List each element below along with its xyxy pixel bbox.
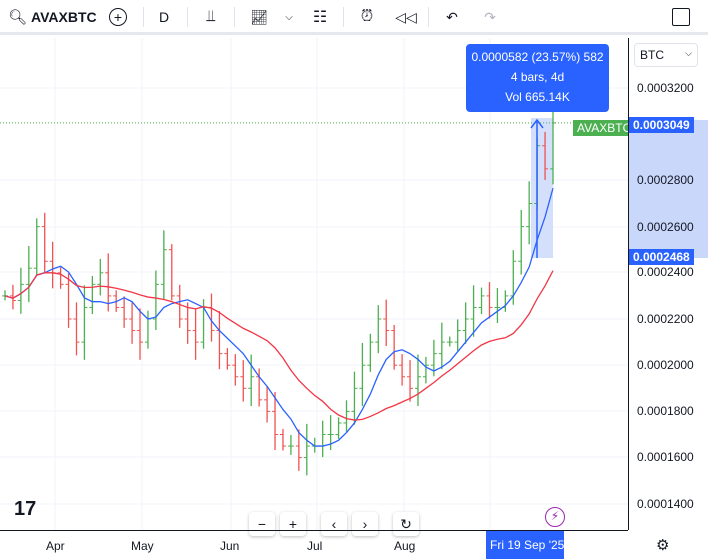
- time-axis[interactable]: Apr May Jun Jul Aug Fri 19 Sep '25 ⚙︎: [0, 530, 669, 559]
- symbol-search-button[interactable]: 🔍︎ AVAXBTC: [8, 5, 97, 29]
- measure-range-highlight: [629, 120, 708, 258]
- chevron-down-icon[interactable]: ⌵: [282, 5, 296, 29]
- price-axis-label: 0.0002400: [637, 265, 694, 279]
- price-axis-label: 0.0001800: [637, 404, 694, 418]
- price-axis-label: 0.0003200: [637, 81, 694, 95]
- redo-icon[interactable]: ↷: [478, 5, 502, 29]
- fullscreen-icon[interactable]: [670, 5, 692, 29]
- symbol-tag: AVAXBTC: [573, 120, 636, 136]
- chevron-down-icon: ⌵: [685, 48, 692, 58]
- ma-slow-line: [4, 270, 554, 421]
- price-axis-label: 0.0001400: [637, 497, 694, 511]
- price-axis-label: 0.0002000: [637, 358, 694, 372]
- layout-grid-icon[interactable]: ☷: [308, 5, 332, 29]
- indicators-icon[interactable]: 📈︎: [246, 5, 272, 29]
- price-axis-label: 0.0002600: [637, 220, 694, 234]
- price-axis-label: 0.0001600: [637, 450, 694, 464]
- interval-button[interactable]: D: [152, 5, 176, 29]
- price-axis-label: 0.0002200: [637, 312, 694, 326]
- crosshair-date-label: Fri 19 Sep '25: [486, 531, 564, 559]
- currency-select[interactable]: BTC ⌵: [634, 43, 698, 67]
- last-price-tag: 0.0003049: [629, 117, 694, 133]
- replay-icon[interactable]: ◁◁: [394, 5, 418, 29]
- search-icon: 🔍︎: [8, 9, 28, 26]
- compare-symbol-button[interactable]: +: [106, 5, 130, 29]
- price-axis[interactable]: BTC ⌵ 0.0003200 0.0002800 0.0002600 0.000240…: [628, 38, 708, 530]
- plus-circle-icon: +: [109, 8, 127, 26]
- settings-gear-icon[interactable]: ⚙︎: [656, 536, 669, 554]
- top-toolbar: 🔍︎ AVAXBTC + D ⫫ 📈︎ ⌵ ☷ ⏰︎ ◁◁ ↶ ↷: [0, 0, 708, 35]
- measure-range-box: [531, 118, 553, 258]
- alert-clock-icon[interactable]: ⏰︎: [354, 5, 380, 29]
- measure-tooltip: 0.0000582 (23.57%) 582 4 bars, 4d Vol 66…: [466, 44, 609, 112]
- range-low-tag: 0.0002468: [629, 249, 694, 265]
- lightning-icon[interactable]: ⚡︎: [545, 507, 565, 527]
- price-axis-label: 0.0002800: [637, 173, 694, 187]
- bar-style-icon[interactable]: ⫫: [198, 5, 224, 29]
- undo-icon[interactable]: ↶: [440, 5, 464, 29]
- tradingview-logo: 17: [14, 498, 37, 520]
